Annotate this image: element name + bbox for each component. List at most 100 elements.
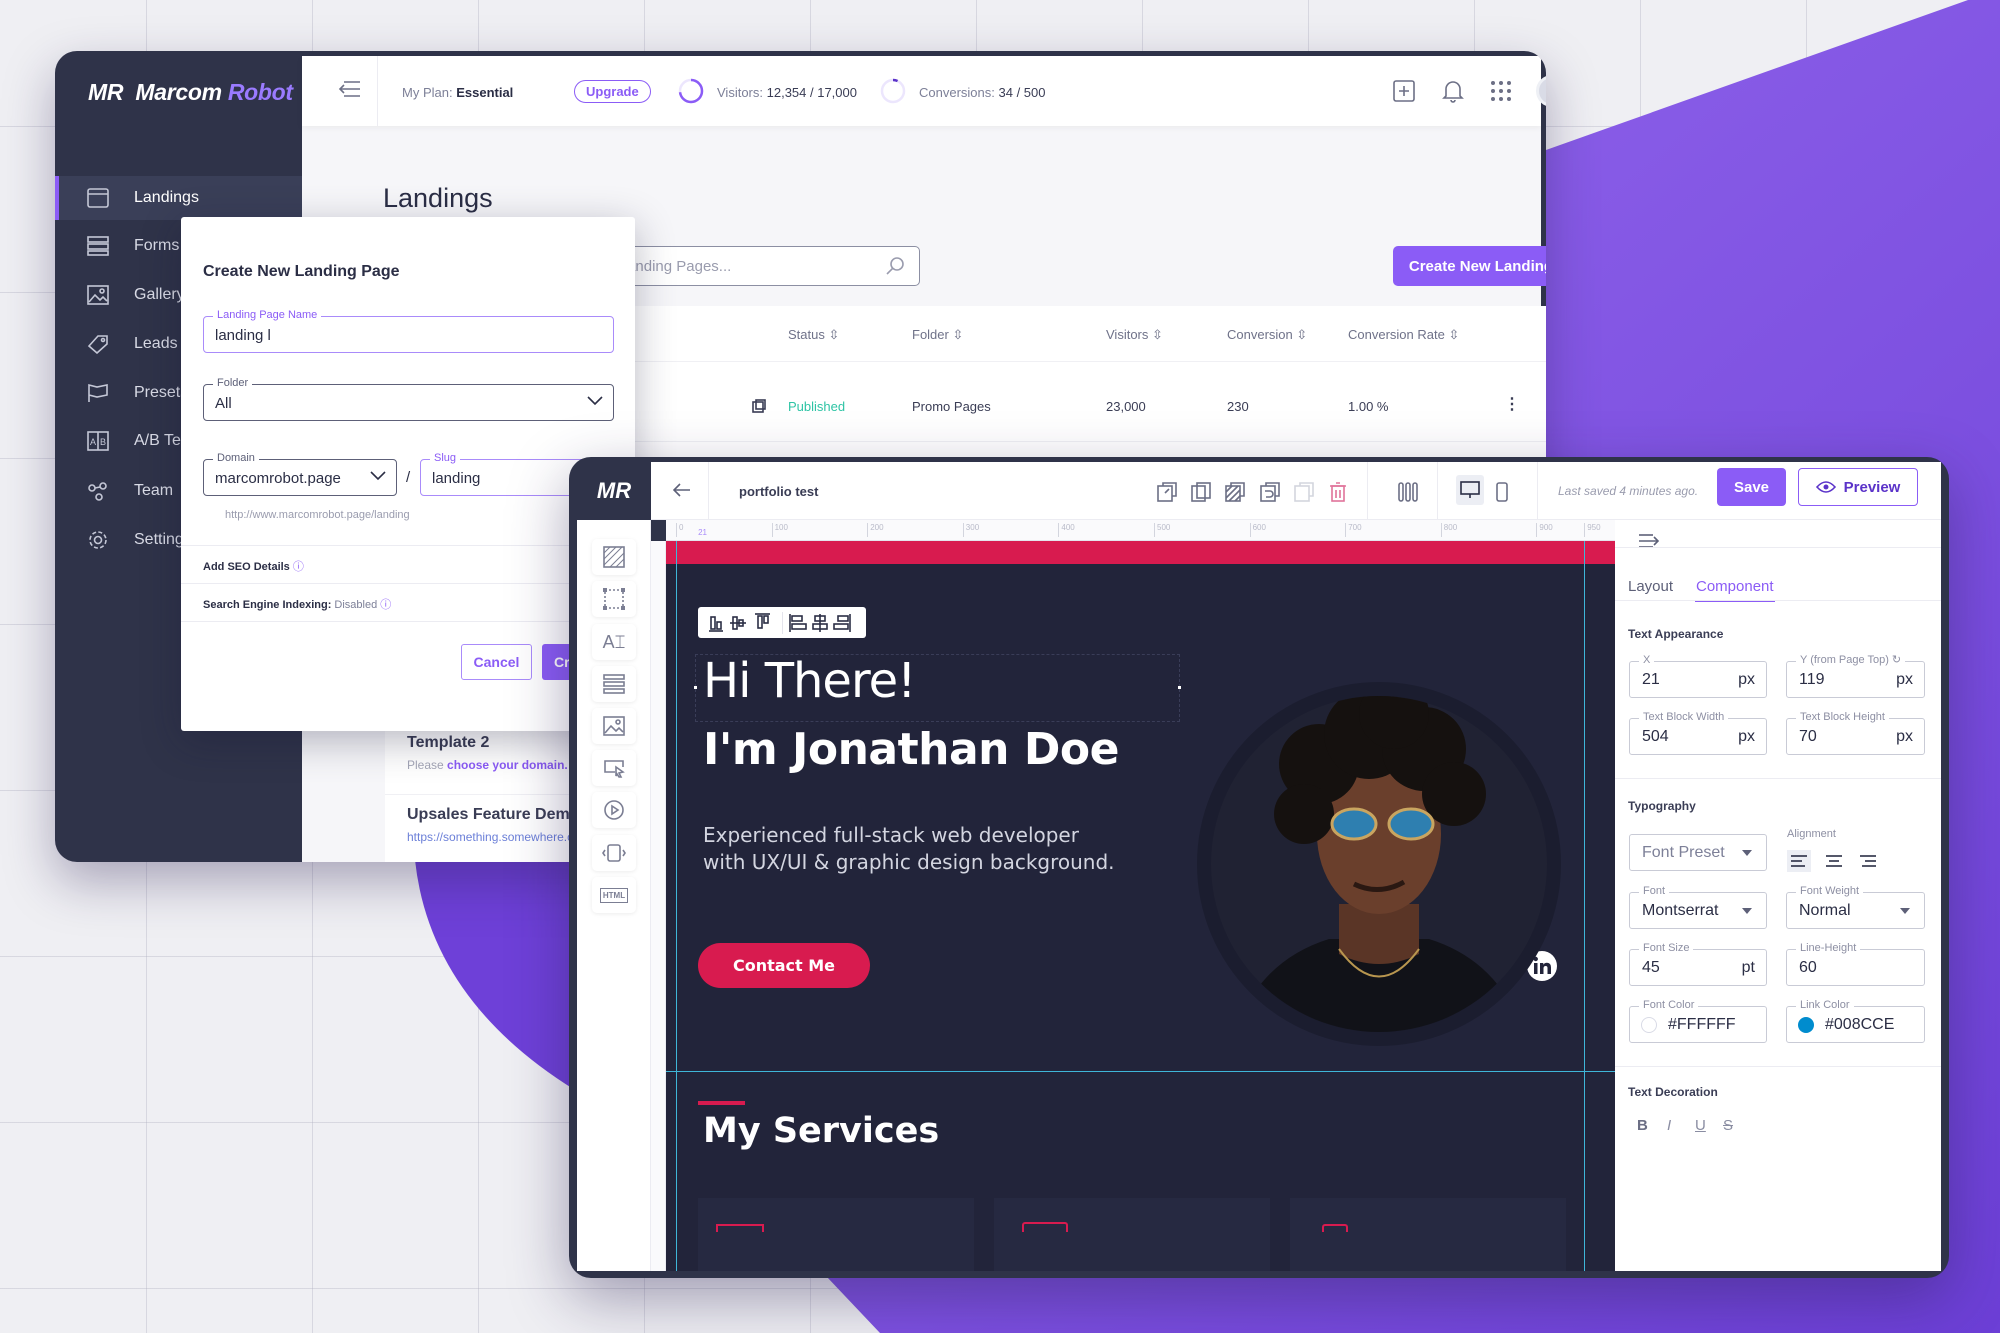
chevron-down-icon bbox=[587, 396, 603, 406]
ruler-tick: 100 bbox=[771, 523, 788, 537]
column-header-folder[interactable]: Folder ⇳ bbox=[912, 327, 963, 343]
editor-logo[interactable]: MR bbox=[577, 462, 651, 520]
save-button[interactable]: Save bbox=[1717, 468, 1786, 506]
folder-select[interactable]: Folder All bbox=[203, 376, 614, 421]
duplicate-icon[interactable] bbox=[1191, 482, 1211, 502]
svg-text:A: A bbox=[90, 437, 96, 447]
back-arrow-icon[interactable] bbox=[673, 482, 691, 498]
greeting-heading[interactable]: Hi There! bbox=[703, 653, 916, 709]
service-card[interactable] bbox=[1290, 1198, 1566, 1271]
column-header-conversion[interactable]: Conversion ⇳ bbox=[1227, 327, 1307, 343]
text-tool-icon[interactable]: A⌶ bbox=[592, 624, 636, 660]
image-icon bbox=[87, 285, 109, 305]
ruler-tick: 0 bbox=[676, 523, 683, 537]
conversion-rate-cell: 1.00 % bbox=[1348, 399, 1389, 414]
landing-page-name-input[interactable]: Landing Page Name landing l bbox=[203, 308, 614, 353]
line-height-input[interactable]: Line-Height 60 bbox=[1786, 941, 1925, 986]
guide-line-horizontal[interactable] bbox=[666, 1071, 1615, 1072]
section-label-text-decoration: Text Decoration bbox=[1628, 1085, 1718, 1099]
tab-component[interactable]: Component bbox=[1695, 578, 1775, 602]
visitors-progress-ring bbox=[678, 78, 704, 104]
page-name[interactable]: portfolio test bbox=[739, 484, 818, 499]
columns-icon[interactable] bbox=[1398, 482, 1418, 502]
contact-me-button[interactable]: Contact Me bbox=[698, 943, 870, 988]
services-heading[interactable]: My Services bbox=[703, 1111, 939, 1151]
align-left-button[interactable] bbox=[1787, 850, 1811, 872]
column-header-conversion-rate[interactable]: Conversion Rate ⇳ bbox=[1348, 327, 1459, 343]
column-header-visitors[interactable]: Visitors ⇳ bbox=[1106, 327, 1163, 343]
info-icon: ⓘ bbox=[380, 599, 392, 611]
status-badge: Published bbox=[788, 399, 846, 414]
service-card[interactable] bbox=[698, 1198, 974, 1271]
strikethrough-button[interactable]: S bbox=[1723, 1117, 1733, 1134]
create-new-landing-button[interactable]: Create New Landing bbox=[1393, 246, 1546, 286]
font-color-input[interactable]: Font Color #FFFFFF bbox=[1629, 998, 1767, 1043]
resize-handle-right[interactable] bbox=[1178, 686, 1181, 689]
text-block-width-input[interactable]: Text Block Width 504 px bbox=[1629, 710, 1767, 755]
font-weight-select[interactable]: Font Weight Normal bbox=[1786, 884, 1925, 929]
mobile-view-icon[interactable] bbox=[1496, 482, 1508, 502]
vertical-align-icons[interactable] bbox=[708, 612, 776, 633]
preview-button[interactable]: Preview bbox=[1798, 468, 1918, 506]
apps-grid-icon[interactable] bbox=[1490, 80, 1512, 102]
bell-icon[interactable] bbox=[1441, 78, 1465, 104]
video-tool-icon[interactable] bbox=[592, 792, 636, 828]
italic-button[interactable]: I bbox=[1667, 1117, 1671, 1134]
font-size-input[interactable]: Font Size 45 pt bbox=[1629, 941, 1767, 986]
trash-icon[interactable] bbox=[1329, 482, 1347, 502]
visitors-usage: Visitors: 12,354 / 17,000 bbox=[717, 85, 857, 100]
column-header-status[interactable]: Status ⇳ bbox=[788, 327, 839, 343]
carousel-tool-icon[interactable] bbox=[592, 835, 636, 871]
list-item[interactable]: Template 2 Please choose your domain. bbox=[407, 734, 568, 772]
y-position-input[interactable]: Y (from Page Top) ↻ 119 px bbox=[1786, 653, 1925, 698]
sidebar-item-landings[interactable]: Landings bbox=[55, 176, 302, 220]
background-pattern-icon[interactable] bbox=[1225, 482, 1245, 502]
desktop-view-icon[interactable] bbox=[1456, 475, 1484, 505]
font-family-select[interactable]: Font Montserrat bbox=[1629, 884, 1767, 929]
more-options-icon[interactable]: ⋮ bbox=[1504, 394, 1520, 414]
add-icon[interactable] bbox=[1392, 79, 1416, 103]
upgrade-button[interactable]: Upgrade bbox=[574, 80, 651, 103]
tab-layout[interactable]: Layout bbox=[1628, 578, 1673, 595]
guide-line-left[interactable] bbox=[676, 541, 677, 1271]
choose-domain-link[interactable]: choose your domain. bbox=[447, 758, 568, 772]
service-card[interactable] bbox=[994, 1198, 1270, 1271]
undo-icon[interactable] bbox=[1260, 482, 1280, 502]
link-color-input[interactable]: Link Color #008CCE bbox=[1786, 998, 1925, 1043]
domain-select[interactable]: Domain marcomrobot.page bbox=[203, 451, 397, 496]
search-engine-indexing[interactable]: Search Engine Indexing: Disabled ⓘ bbox=[203, 596, 391, 612]
properties-panel: Layout Component Text Appearance X 21 px Y… bbox=[1615, 520, 1941, 1271]
html-tool-icon[interactable]: HTML bbox=[592, 877, 636, 913]
resize-handle-left[interactable] bbox=[694, 686, 697, 689]
portrait-photo[interactable] bbox=[1189, 674, 1569, 1054]
bold-button[interactable]: B bbox=[1637, 1117, 1648, 1134]
guide-line-right[interactable] bbox=[1584, 541, 1585, 1271]
page-canvas[interactable]: Hi There! I'm Jonathan Doe Experienced f… bbox=[666, 541, 1615, 1271]
browser-window-icon bbox=[87, 188, 109, 208]
collapse-menu-icon[interactable] bbox=[338, 79, 362, 99]
horizontal-ruler[interactable]: 0 100 200 300 400 500 600 700 800 900 950 21 bbox=[666, 520, 1615, 541]
form-tool-icon[interactable] bbox=[592, 666, 636, 702]
svg-text:B: B bbox=[100, 437, 106, 447]
section-tool-icon[interactable] bbox=[592, 581, 636, 617]
align-center-button[interactable] bbox=[1826, 855, 1842, 867]
background-tool-icon[interactable] bbox=[592, 539, 636, 575]
image-tool-icon[interactable] bbox=[592, 708, 636, 744]
align-right-button[interactable] bbox=[1860, 855, 1876, 867]
name-heading[interactable]: I'm Jonathan Doe bbox=[703, 724, 1119, 775]
avatar[interactable] bbox=[1536, 75, 1546, 107]
bio-text[interactable]: Experienced full-stack web developer with… bbox=[703, 822, 1115, 876]
redo-icon[interactable] bbox=[1294, 482, 1314, 502]
x-position-input[interactable]: X 21 px bbox=[1629, 653, 1767, 698]
export-icon[interactable] bbox=[1157, 482, 1177, 502]
marcom-robot-logo[interactable]: MR Marcom Robot bbox=[88, 79, 293, 106]
button-tool-icon[interactable] bbox=[592, 750, 636, 786]
text-block-height-input[interactable]: Text Block Height 70 px bbox=[1786, 710, 1925, 755]
underline-button[interactable]: U bbox=[1695, 1117, 1706, 1134]
font-preset-select[interactable]: Font Preset bbox=[1629, 834, 1767, 871]
copy-link-icon[interactable] bbox=[752, 399, 766, 413]
add-seo-details-toggle[interactable]: Add SEO Details ⓘ bbox=[203, 558, 304, 574]
cancel-button[interactable]: Cancel bbox=[461, 644, 532, 680]
top-bar: My Plan: Essential Upgrade Visitors: 12,… bbox=[302, 56, 1546, 126]
horizontal-align-icons[interactable] bbox=[788, 613, 856, 633]
